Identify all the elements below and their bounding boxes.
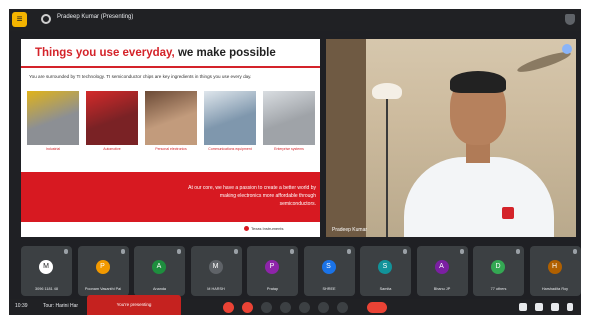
- slide-footer: Texas Instruments: [251, 226, 284, 231]
- avatar: P: [265, 260, 279, 274]
- speaker-shirt: [404, 157, 554, 237]
- mic-muted-icon: [120, 249, 125, 254]
- avatar: A: [434, 260, 449, 274]
- presenting-icon: [41, 14, 51, 24]
- participant-tile[interactable]: S SHREE: [303, 246, 355, 296]
- more-options-icon[interactable]: [337, 302, 348, 313]
- slide-image-cell: Automotive: [86, 91, 138, 155]
- mic-muted-icon: [233, 249, 238, 254]
- city-skyline-image: [204, 91, 256, 145]
- participant-name: Harshadita Roy: [541, 287, 569, 291]
- participant-name: SHREE: [322, 287, 336, 291]
- shirt-logo: [502, 207, 514, 219]
- shared-slide: Things you use everyday, we make possibl…: [21, 39, 320, 237]
- presenting-label: Pradeep Kumar (Presenting): [57, 14, 134, 20]
- avatar: A: [152, 260, 166, 274]
- participant-name: Samita: [379, 287, 392, 291]
- car-image: [86, 91, 138, 145]
- mic-muted-icon: [572, 249, 577, 254]
- slide-title-rule: [21, 66, 320, 68]
- slide-band-text: At our core, we have a passion to create…: [188, 185, 316, 207]
- mic-muted-icon: [64, 249, 68, 254]
- participant-tile[interactable]: D 77 others: [473, 246, 524, 296]
- bottom-bar: 10:39 Tour: Harini Har You're presenting: [9, 295, 581, 315]
- activities-icon[interactable]: [567, 303, 573, 311]
- participant-tile[interactable]: S Samita: [360, 246, 411, 296]
- info-icon[interactable]: [519, 303, 527, 311]
- home-appliance-image: [145, 91, 197, 145]
- participant-tile[interactable]: A Bhanu JP: [416, 246, 468, 296]
- participant-tile[interactable]: M 3096 1181 48: [21, 246, 72, 296]
- meet-window: ≡ Pradeep Kumar (Presenting) Things you …: [9, 9, 581, 315]
- participant-tile[interactable]: P Pratap: [247, 246, 298, 296]
- participant-name: M HARSH: [207, 287, 225, 291]
- avatar: P: [95, 260, 110, 274]
- presenting-banner-label: You're presenting: [116, 302, 152, 307]
- participant-tile[interactable]: A Ananda: [134, 246, 185, 296]
- participant-tile[interactable]: M M HARSH: [190, 246, 242, 296]
- image-caption: Industrial: [45, 147, 61, 151]
- participant-name: Ananda: [152, 287, 167, 291]
- mic-muted-icon: [403, 249, 407, 254]
- mic-muted-icon: [177, 249, 181, 254]
- meeting-name: Tour: Harini Har: [43, 303, 79, 309]
- slide-image-row: Industrial Automotive Personal electroni…: [27, 91, 315, 155]
- industrial-robot-image: [27, 91, 79, 145]
- participant-name: Poonam Vasanthi Pai: [84, 287, 122, 291]
- slide-image-cell: Enterprise systems: [263, 91, 315, 155]
- slide-image-cell: Industrial: [27, 91, 79, 155]
- avatar: M: [208, 260, 223, 274]
- screenshot-frame: ≡ Pradeep Kumar (Presenting) Things you …: [0, 0, 589, 324]
- mic-muted-icon: [290, 249, 294, 254]
- clock: 10:39: [15, 303, 28, 309]
- avatar: S: [378, 260, 392, 274]
- lamp-shade: [372, 83, 402, 99]
- present-screen-icon[interactable]: [299, 302, 310, 313]
- speaker-name: Pradeep Kumar: [332, 227, 368, 233]
- avatar: D: [491, 260, 505, 274]
- participant-name: 77 others: [490, 287, 507, 291]
- pin-icon[interactable]: [562, 44, 572, 54]
- app-menu-button[interactable]: ≡: [12, 12, 27, 27]
- slide-title-highlight: Things you use everyday,: [35, 47, 175, 59]
- people-icon[interactable]: [535, 303, 543, 311]
- lamp-pole: [386, 99, 388, 237]
- avatar: M: [39, 260, 53, 274]
- camera-off-icon[interactable]: [242, 302, 253, 313]
- participant-strip: M 3096 1181 48 P Poonam Vasanthi Pai A Ananda…: [21, 246, 581, 296]
- mic-muted-icon: [346, 249, 351, 254]
- slide-image-cell: Communications equipment: [204, 91, 256, 155]
- chat-icon[interactable]: [551, 303, 559, 311]
- participant-tile[interactable]: P Poonam Vasanthi Pai: [77, 246, 129, 296]
- raise-hand-icon[interactable]: [318, 302, 329, 313]
- image-caption: Communications equipment: [208, 147, 252, 151]
- emoji-icon[interactable]: [280, 302, 291, 313]
- slide-title: Things you use everyday, we make possibl…: [35, 47, 276, 59]
- slide-subtitle: You are surrounded by TI technology. TI …: [29, 74, 252, 79]
- end-call-button[interactable]: [367, 302, 387, 313]
- participant-tile[interactable]: H Harshadita Roy: [529, 246, 581, 296]
- wall-shadow: [326, 39, 366, 237]
- speaker-hair: [450, 71, 506, 93]
- image-caption: Personal electronics: [155, 147, 187, 151]
- mic-muted-icon: [459, 249, 464, 254]
- participant-name: 3096 1181 48: [35, 287, 58, 291]
- speaker-video-tile[interactable]: Pradeep Kumar: [326, 39, 576, 237]
- mic-off-icon[interactable]: [223, 302, 234, 313]
- image-caption: Automotive: [103, 147, 121, 151]
- slide-title-rest: we make possible: [177, 47, 276, 59]
- presenting-banner[interactable]: You're presenting: [87, 295, 181, 315]
- server-room-image: [263, 91, 315, 145]
- participant-name: Pratap: [266, 287, 279, 291]
- avatar: H: [547, 260, 562, 274]
- ti-logo-icon: [244, 226, 249, 231]
- participant-name: Bhanu JP: [433, 287, 451, 291]
- slide-image-cell: Personal electronics: [145, 91, 197, 155]
- image-caption: Enterprise systems: [274, 147, 304, 151]
- title-bar: ≡ Pradeep Kumar (Presenting): [9, 9, 581, 31]
- mic-muted-icon: [516, 249, 520, 254]
- shield-icon[interactable]: [565, 14, 575, 25]
- captions-icon[interactable]: [261, 302, 272, 313]
- avatar: S: [321, 260, 336, 274]
